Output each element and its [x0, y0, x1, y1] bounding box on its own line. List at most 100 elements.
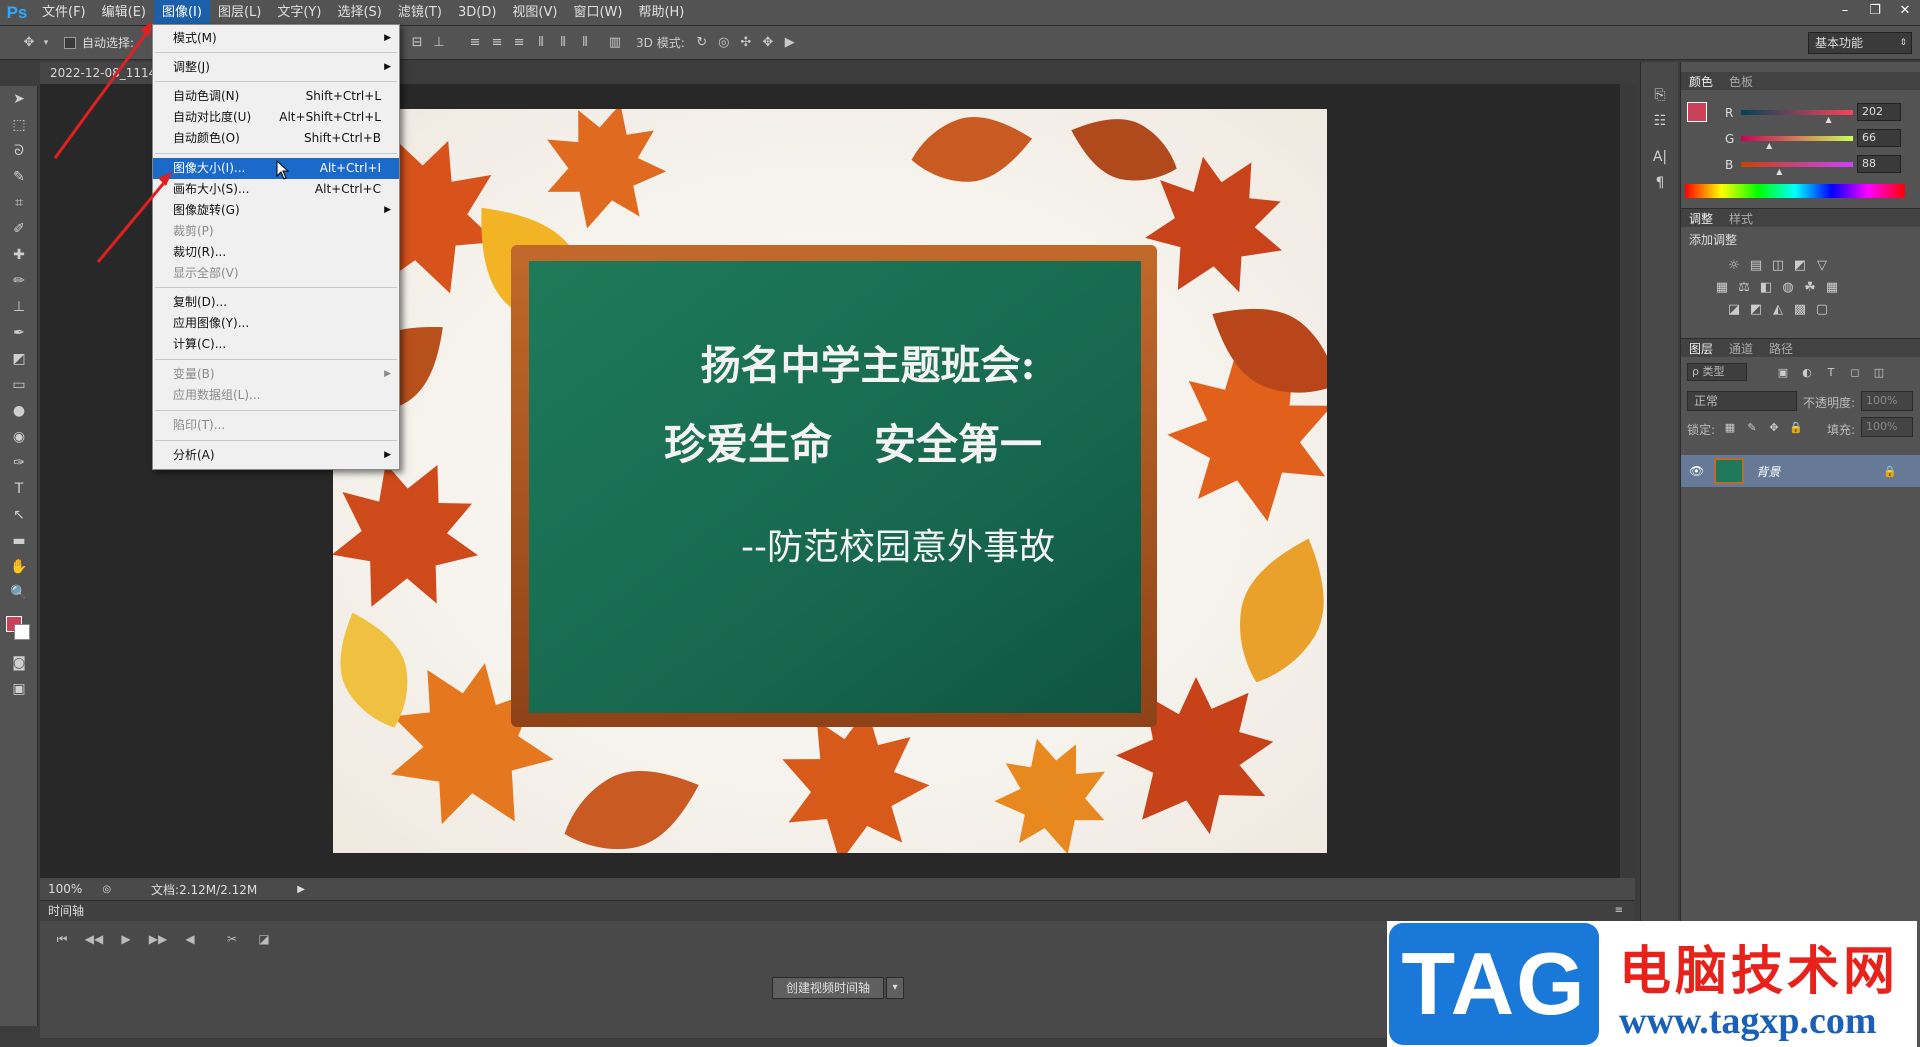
tab-styles[interactable]: 样式: [1721, 210, 1761, 227]
type-tool-icon[interactable]: T: [0, 476, 38, 502]
path-select-tool-icon[interactable]: ↖: [0, 502, 38, 528]
menu-window[interactable]: 窗口(W): [565, 0, 630, 26]
zoom-level[interactable]: 100%: [48, 882, 82, 896]
3d-roll-icon[interactable]: ◎: [713, 32, 735, 54]
gradient-map-icon[interactable]: ▩: [1789, 298, 1811, 320]
next-frame-icon[interactable]: ▶▶: [142, 927, 174, 951]
menu-item-calculations[interactable]: 计算(C)...: [153, 334, 399, 355]
tab-swatches[interactable]: 色板: [1721, 73, 1761, 90]
menu-item-apply-data-set[interactable]: 应用数据组(L)...: [153, 385, 399, 406]
document-tab[interactable]: 2022-12-08_1114: [40, 62, 167, 84]
shape-tool-icon[interactable]: ▬: [0, 528, 38, 554]
menu-item-image-rotation[interactable]: 图像旋转(G) ▶: [153, 200, 399, 221]
menu-item-auto-color[interactable]: 自动颜色(O) Shift+Ctrl+B: [153, 128, 399, 149]
lock-pixels-icon[interactable]: ✎: [1741, 417, 1763, 437]
quick-select-tool-icon[interactable]: ✎: [0, 164, 38, 190]
menu-help[interactable]: 帮助(H): [630, 0, 692, 26]
first-frame-icon[interactable]: ⏮: [46, 927, 78, 951]
levels-icon[interactable]: ▤: [1745, 254, 1767, 276]
marquee-tool-icon[interactable]: ⬚: [0, 112, 38, 138]
history-brush-tool-icon[interactable]: ✒: [0, 320, 38, 346]
blue-slider[interactable]: [1741, 162, 1853, 167]
workspace-select[interactable]: 基本功能 ⇕: [1808, 32, 1912, 54]
posterize-icon[interactable]: ◩: [1745, 298, 1767, 320]
filter-type-icon[interactable]: T: [1819, 363, 1843, 381]
menu-item-duplicate[interactable]: 复制(D)...: [153, 292, 399, 313]
background-color-swatch[interactable]: [14, 624, 30, 640]
exposure-icon[interactable]: ◩: [1789, 254, 1811, 276]
vibrance-icon[interactable]: ▽: [1811, 254, 1833, 276]
lasso-tool-icon[interactable]: ᘐ: [0, 138, 38, 164]
hand-tool-icon[interactable]: ✋: [0, 554, 38, 580]
menu-item-reveal-all[interactable]: 显示全部(V): [153, 263, 399, 284]
opacity-input[interactable]: 100%: [1861, 391, 1913, 411]
menu-filter[interactable]: 滤镜(T): [390, 0, 450, 26]
status-arrow-icon[interactable]: ▶: [297, 884, 305, 895]
menu-item-adjustments[interactable]: 调整(J) ▶: [153, 57, 399, 78]
green-slider-thumb-icon[interactable]: ▲: [1766, 141, 1772, 150]
red-slider-thumb-icon[interactable]: ▲: [1825, 115, 1831, 124]
layer-row-background[interactable]: 👁 背景 🔒: [1681, 455, 1920, 487]
screen-mode-icon[interactable]: ▣: [0, 676, 38, 702]
curves-icon[interactable]: ◫: [1767, 254, 1789, 276]
threshold-icon[interactable]: ◭: [1767, 298, 1789, 320]
restore-button[interactable]: ❐: [1860, 0, 1890, 20]
color-balance-icon[interactable]: ⚖: [1733, 276, 1755, 298]
color-spectrum-bar[interactable]: [1685, 184, 1905, 198]
tab-color[interactable]: 颜色: [1681, 73, 1721, 90]
vertical-scrollbar[interactable]: [1620, 84, 1635, 878]
blue-value-input[interactable]: 88: [1857, 155, 1901, 173]
black-white-icon[interactable]: ◧: [1755, 276, 1777, 298]
menu-item-auto-contrast[interactable]: 自动对比度(U) Alt+Shift+Ctrl+L: [153, 107, 399, 128]
close-button[interactable]: ✕: [1890, 0, 1920, 20]
menu-edit[interactable]: 编辑(E): [94, 0, 154, 26]
color-lookup-icon[interactable]: ▦: [1821, 276, 1843, 298]
align-bottom-icon[interactable]: ⊥: [428, 32, 450, 54]
split-scissors-icon[interactable]: ✂: [216, 927, 248, 951]
eyedropper-tool-icon[interactable]: ✐: [0, 216, 38, 242]
history-panel-icon[interactable]: ⎘: [1641, 82, 1679, 108]
menu-item-auto-tone[interactable]: 自动色调(N) Shift+Ctrl+L: [153, 86, 399, 107]
dodge-tool-icon[interactable]: ◉: [0, 424, 38, 450]
lock-position-icon[interactable]: ✥: [1763, 417, 1785, 437]
align-vcenter-icon[interactable]: ⊟: [406, 32, 428, 54]
properties-panel-icon[interactable]: ☷: [1641, 108, 1679, 134]
3d-scale-icon[interactable]: ▶: [779, 32, 801, 54]
menu-item-apply-image[interactable]: 应用图像(Y)...: [153, 313, 399, 334]
menu-item-crop[interactable]: 裁剪(P): [153, 221, 399, 242]
filter-smart-icon[interactable]: ◫: [1867, 363, 1891, 381]
blue-slider-thumb-icon[interactable]: ▲: [1776, 167, 1782, 176]
brightness-icon[interactable]: ☼: [1723, 254, 1745, 276]
filter-adjustment-icon[interactable]: ◐: [1795, 363, 1819, 381]
green-slider[interactable]: [1741, 136, 1853, 141]
menu-type[interactable]: 文字(Y): [269, 0, 329, 26]
brush-tool-icon[interactable]: ✏: [0, 268, 38, 294]
layer-name[interactable]: 背景: [1756, 463, 1780, 480]
document-image[interactable]: 扬名中学主题班会: 珍爱生命 安全第一 --防范校园意外事故: [333, 109, 1327, 853]
transition-icon[interactable]: ◪: [248, 927, 280, 951]
photo-filter-icon[interactable]: ◍: [1777, 276, 1799, 298]
red-slider[interactable]: [1741, 110, 1853, 115]
menu-3d[interactable]: 3D(D): [450, 0, 504, 26]
distribute-vcenter-icon[interactable]: ≡: [486, 32, 508, 54]
distribute-bottom-icon[interactable]: ≡: [508, 32, 530, 54]
character-panel-icon[interactable]: A|: [1641, 144, 1679, 170]
stamp-tool-icon[interactable]: ⊥: [0, 294, 38, 320]
visibility-eye-icon[interactable]: 👁: [1689, 464, 1704, 478]
move-tool-icon[interactable]: ✥: [18, 32, 40, 54]
menu-image[interactable]: 图像(I): [153, 0, 210, 26]
tool-preset-arrow-icon[interactable]: ▾: [40, 32, 52, 54]
fill-input[interactable]: 100%: [1861, 417, 1913, 437]
lock-transparent-icon[interactable]: ▦: [1719, 417, 1741, 437]
menu-item-canvas-size[interactable]: 画布大小(S)... Alt+Ctrl+C: [153, 179, 399, 200]
create-video-timeline-button[interactable]: 创建视频时间轴: [772, 977, 884, 999]
invert-icon[interactable]: ◪: [1723, 298, 1745, 320]
menu-item-trap[interactable]: 陷印(T)...: [153, 415, 399, 436]
menu-select[interactable]: 选择(S): [329, 0, 389, 26]
layer-filter-select[interactable]: ρ 类型: [1687, 363, 1747, 381]
menu-layer[interactable]: 图层(L): [210, 0, 269, 26]
menu-item-trim[interactable]: 裁切(R)...: [153, 242, 399, 263]
blend-mode-select[interactable]: 正常: [1687, 391, 1797, 411]
distribute-right-icon[interactable]: ⫴: [574, 32, 596, 54]
channel-mixer-icon[interactable]: ☘: [1799, 276, 1821, 298]
